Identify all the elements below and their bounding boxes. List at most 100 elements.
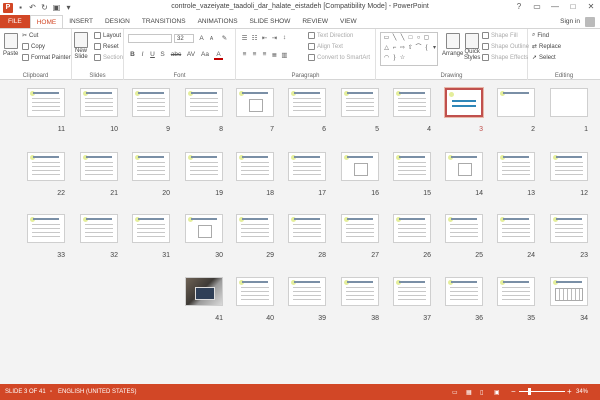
rectangle-shape-icon[interactable]: □ bbox=[407, 35, 414, 42]
italic-button[interactable]: I bbox=[138, 51, 147, 58]
slide-thumbnail[interactable] bbox=[341, 277, 379, 306]
align-text-button[interactable]: Align Text bbox=[308, 43, 343, 50]
zoom-in-icon[interactable]: + bbox=[567, 387, 572, 396]
slideshow-from-start-icon[interactable]: ▣ bbox=[52, 3, 61, 12]
spellcheck-icon[interactable]: ▫ bbox=[50, 389, 52, 395]
triangle-shape-icon[interactable]: △ bbox=[383, 45, 390, 52]
slide-thumbnail[interactable] bbox=[341, 88, 379, 117]
slide-thumbnail[interactable] bbox=[27, 152, 65, 181]
font-name-dropdown[interactable] bbox=[128, 34, 172, 43]
tab-slide-show[interactable]: SLIDE SHOW bbox=[244, 15, 297, 28]
customize-qat-icon[interactable]: ▾ bbox=[64, 3, 73, 12]
tab-animations[interactable]: ANIMATIONS bbox=[192, 15, 244, 28]
slide-thumbnail[interactable] bbox=[185, 152, 223, 181]
tab-transitions[interactable]: TRANSITIONS bbox=[136, 15, 192, 28]
slide-sorter-view-icon[interactable]: ▦ bbox=[466, 389, 472, 396]
more-shapes-icon[interactable]: ▾ bbox=[431, 45, 438, 52]
change-case-button[interactable]: Aa bbox=[199, 51, 211, 58]
shrink-font-button[interactable]: A bbox=[207, 36, 216, 42]
columns-icon[interactable]: ▥ bbox=[280, 51, 289, 59]
text-direction-button[interactable]: Text Direction bbox=[308, 32, 353, 39]
undo-icon[interactable]: ↶ bbox=[28, 3, 37, 12]
slide-thumbnail[interactable] bbox=[27, 88, 65, 117]
section-button[interactable]: Section bbox=[94, 54, 123, 61]
slide-thumbnail[interactable] bbox=[393, 214, 431, 243]
zoom-slider-thumb[interactable] bbox=[527, 388, 531, 395]
format-painter-button[interactable]: Format Painter bbox=[22, 54, 71, 61]
align-center-icon[interactable]: ≡ bbox=[250, 51, 259, 58]
help-button[interactable]: ? bbox=[510, 0, 528, 14]
slide-thumbnail[interactable] bbox=[550, 277, 588, 306]
shape-outline-button[interactable]: Shape Outline bbox=[482, 43, 529, 50]
tab-home[interactable]: HOME bbox=[29, 15, 64, 28]
shapes-gallery[interactable]: ▭ ╲ ╲ □ ○ ▢ △ ⌐ ⇨ ⇧ ⌒ { ◠ } ☆ ▾ bbox=[380, 32, 438, 66]
connector-shape-icon[interactable]: ⌐ bbox=[391, 45, 398, 52]
line-shape-icon[interactable]: ╲ bbox=[391, 35, 398, 42]
character-spacing-button[interactable]: AV bbox=[185, 51, 197, 58]
slide-thumbnail[interactable] bbox=[80, 214, 118, 243]
close-button[interactable]: ✕ bbox=[582, 0, 600, 14]
slide-thumbnail[interactable] bbox=[185, 88, 223, 117]
zoom-out-icon[interactable]: − bbox=[511, 387, 516, 396]
slide-thumbnail[interactable] bbox=[288, 88, 326, 117]
slide-thumbnail[interactable] bbox=[185, 214, 223, 243]
clear-formatting-icon[interactable]: ✎ bbox=[220, 34, 229, 42]
line-shape-icon-2[interactable]: ╲ bbox=[399, 35, 406, 42]
slide-thumbnail[interactable] bbox=[393, 277, 431, 306]
slide-thumbnail[interactable] bbox=[236, 88, 274, 117]
rounded-rect-shape-icon[interactable]: ▢ bbox=[423, 35, 430, 42]
slide-thumbnail[interactable] bbox=[445, 152, 483, 181]
slide-thumbnail[interactable] bbox=[550, 152, 588, 181]
align-left-icon[interactable]: ≡ bbox=[240, 51, 249, 58]
slide-thumbnail[interactable] bbox=[236, 152, 274, 181]
shadow-button[interactable]: S bbox=[158, 51, 167, 58]
bullets-icon[interactable]: ☰ bbox=[240, 34, 249, 42]
quick-styles-button[interactable]: Quick Styles bbox=[464, 33, 480, 61]
arrow-up-shape-icon[interactable]: ⇧ bbox=[407, 45, 414, 52]
curve-shape-icon[interactable]: ⌒ bbox=[415, 45, 422, 52]
align-right-icon[interactable]: ≡ bbox=[260, 51, 269, 58]
slide-thumbnail[interactable] bbox=[393, 88, 431, 117]
slide-thumbnail[interactable] bbox=[132, 214, 170, 243]
tab-file[interactable]: FILE bbox=[0, 15, 30, 28]
replace-button[interactable]: ⇄ Replace bbox=[532, 43, 561, 51]
ribbon-display-options-button[interactable]: ▭ bbox=[528, 0, 546, 14]
slide-thumbnail[interactable] bbox=[497, 214, 535, 243]
font-size-dropdown[interactable]: 32 bbox=[174, 34, 194, 43]
slide-thumbnail[interactable] bbox=[444, 87, 484, 118]
redo-icon[interactable]: ↻ bbox=[40, 3, 49, 12]
underline-button[interactable]: U bbox=[148, 51, 157, 58]
tab-review[interactable]: REVIEW bbox=[296, 15, 334, 28]
brace-shape-icon-2[interactable]: } bbox=[391, 55, 398, 62]
language-indicator[interactable]: ENGLISH (UNITED STATES) bbox=[58, 389, 136, 395]
grow-font-button[interactable]: A bbox=[197, 35, 206, 42]
slide-thumbnail[interactable] bbox=[550, 214, 588, 243]
slide-thumbnail[interactable] bbox=[80, 152, 118, 181]
justify-icon[interactable]: ≣ bbox=[270, 51, 279, 59]
save-icon[interactable]: ▪ bbox=[16, 3, 25, 12]
slide-thumbnail[interactable] bbox=[132, 88, 170, 117]
slide-thumbnail[interactable] bbox=[445, 277, 483, 306]
maximize-button[interactable]: □ bbox=[564, 0, 582, 14]
slide-thumbnail[interactable] bbox=[132, 152, 170, 181]
convert-smartart-button[interactable]: Convert to SmartArt bbox=[308, 54, 370, 61]
oval-shape-icon[interactable]: ○ bbox=[415, 35, 422, 42]
slide-thumbnail[interactable] bbox=[80, 88, 118, 117]
cut-button[interactable]: ✂ Cut bbox=[22, 32, 38, 40]
star-shape-icon[interactable]: ☆ bbox=[399, 55, 406, 62]
bold-button[interactable]: B bbox=[128, 51, 137, 58]
slide-thumbnail[interactable] bbox=[497, 277, 535, 306]
slide-thumbnail[interactable] bbox=[236, 214, 274, 243]
slide-thumbnail[interactable] bbox=[288, 152, 326, 181]
slide-thumbnail[interactable] bbox=[27, 214, 65, 243]
slide-thumbnail[interactable] bbox=[550, 88, 588, 117]
zoom-level[interactable]: 34% bbox=[576, 389, 588, 395]
slide-thumbnail[interactable] bbox=[445, 214, 483, 243]
powerpoint-app-icon[interactable]: P bbox=[3, 2, 13, 13]
increase-indent-icon[interactable]: ⇥ bbox=[270, 34, 279, 42]
shape-effects-button[interactable]: Shape Effects bbox=[482, 54, 528, 61]
tab-insert[interactable]: INSERT bbox=[63, 15, 99, 28]
slideshow-view-icon[interactable]: ▣ bbox=[494, 389, 500, 396]
avatar[interactable] bbox=[585, 17, 595, 27]
line-spacing-icon[interactable]: ↕ bbox=[280, 34, 289, 41]
